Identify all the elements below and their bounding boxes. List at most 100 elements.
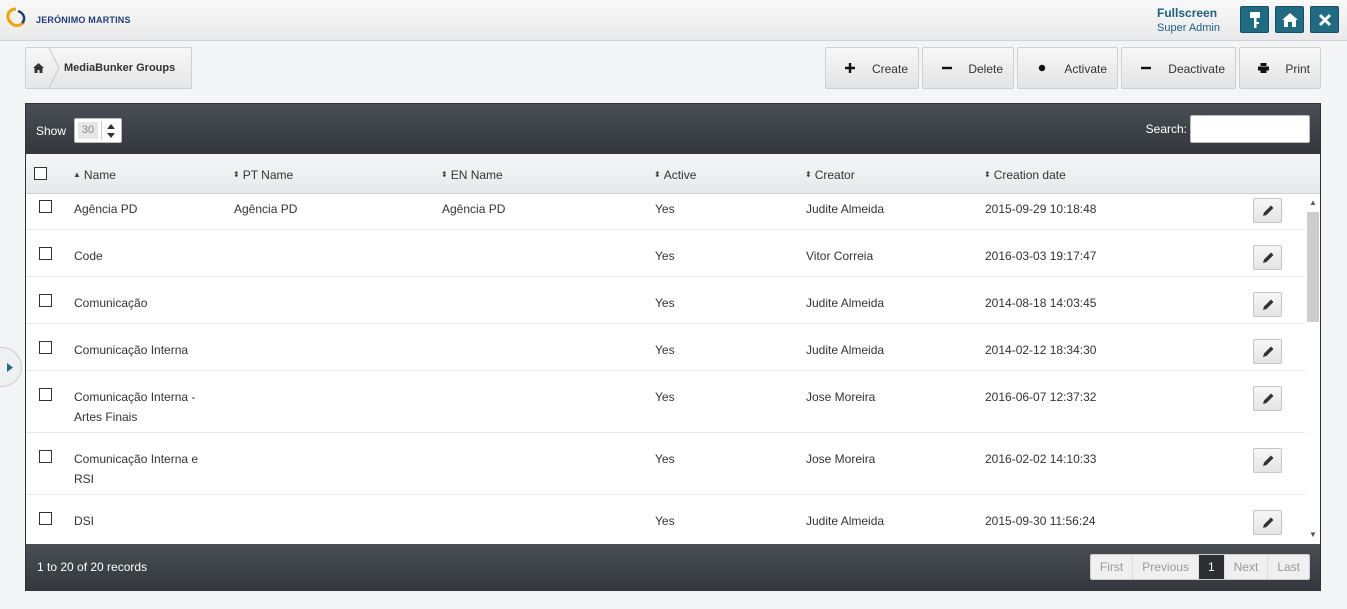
key-button[interactable] [1240,6,1269,33]
page-size-value[interactable]: 30 [78,122,98,139]
plus-icon [844,63,856,73]
cell-creation-date: 2016-06-07 12:37:32 [985,390,1097,404]
table-row: Comunicação Interna e RSI Yes Jose Morei… [26,433,1305,495]
column-header-pt-name[interactable]: ⬍ PT Name [233,168,293,182]
pencil-icon [1262,455,1273,466]
table-row: DSI Yes Judite Almeida 2015-09-30 11:56:… [26,495,1305,542]
row-checkbox[interactable] [39,341,52,354]
printer-icon [1258,63,1270,73]
row-checkbox[interactable] [39,450,52,463]
cell-active: Yes [655,390,675,404]
cell-creator: Jose Moreira [806,452,876,466]
page-first[interactable]: First [1090,555,1134,579]
cell-creator: Judite Almeida [806,514,885,528]
cell-name: Comunicação Interna [74,343,189,357]
sort-icon: ⬍ [984,170,991,179]
groups-table-panel: Show 30 Search: ▲ Name ⬍ PT Name ⬍ EN Na… [25,103,1321,591]
minus-icon [1140,63,1152,73]
breadcrumb-current: MediaBunker Groups [64,62,176,74]
deactivate-button[interactable]: Deactivate [1121,47,1236,89]
column-header-creation-date[interactable]: ⬍ Creation date [984,168,1066,182]
row-checkbox[interactable] [39,294,52,307]
search-input[interactable] [1190,115,1310,143]
column-header-name[interactable]: ▲ Name [73,168,116,182]
row-checkbox[interactable] [39,512,52,525]
edit-button[interactable] [1253,510,1282,535]
scroll-down-icon[interactable]: ▼ [1309,530,1317,539]
select-all-checkbox[interactable] [34,167,47,180]
table-row: Agência PD Agência PD Agência PD Yes Jud… [26,194,1305,230]
create-button[interactable]: Create [825,47,919,89]
sort-icon: ⬍ [441,170,448,179]
page-current[interactable]: 1 [1198,555,1225,579]
edit-button[interactable] [1253,245,1282,270]
cell-active: Yes [655,296,675,310]
cell-name: Comunicação Interna e RSI [74,452,199,486]
home-icon [32,63,44,73]
page-last[interactable]: Last [1268,555,1309,579]
row-checkbox[interactable] [39,200,52,213]
cell-name: Agência PD [74,202,138,216]
activate-button[interactable]: Activate [1017,47,1118,89]
print-button[interactable]: Print [1239,47,1321,89]
print-label: Print [1285,61,1310,76]
sort-icon: ⬍ [654,170,661,179]
dot-icon [1036,64,1048,72]
scrollbar-thumb[interactable] [1307,212,1319,322]
cell-active: Yes [655,514,675,528]
page-size-spinner[interactable] [101,121,119,140]
top-bar: JERÓNIMO MARTINS Fullscreen Super Admin [0,0,1347,41]
home-button[interactable] [1275,6,1304,33]
breadcrumb-separator [48,48,60,88]
pencil-icon [1262,346,1273,357]
home-icon [1281,12,1298,27]
column-header-en-name[interactable]: ⬍ EN Name [441,168,503,182]
table-body: Agência PD Agência PD Agência PD Yes Jud… [26,194,1305,542]
cell-active: Yes [655,202,675,216]
delete-button[interactable]: Delete [922,47,1014,89]
content-area: MediaBunker Groups Create Delete Activat… [0,42,1347,609]
cell-active: Yes [655,452,675,466]
user-info: Fullscreen Super Admin [1157,6,1220,34]
column-label-en-name: EN Name [450,168,503,182]
edit-button[interactable] [1253,448,1282,473]
deactivate-label: Deactivate [1168,61,1225,76]
table-footer: 1 to 20 of 20 records First Previous 1 N… [26,544,1320,591]
page-size-stepper[interactable]: 30 [74,118,122,143]
breadcrumb-home[interactable] [26,48,50,88]
minus-icon [941,63,952,73]
page-next[interactable]: Next [1224,555,1269,579]
edit-button[interactable] [1253,198,1282,223]
cell-creation-date: 2014-02-12 18:34:30 [985,343,1097,357]
edit-button[interactable] [1253,339,1282,364]
row-checkbox[interactable] [39,247,52,260]
cell-creator: Vitor Correia [806,249,874,263]
activate-label: Activate [1064,61,1107,76]
cell-creator: Judite Almeida [806,296,885,310]
cell-creation-date: 2014-08-18 14:03:45 [985,296,1097,310]
cell-en-name: Agência PD [442,202,506,216]
column-header-active[interactable]: ⬍ Active [654,168,696,182]
page-previous[interactable]: Previous [1133,555,1199,579]
table-row: Comunicação Interna Yes Judite Almeida 2… [26,324,1305,371]
cell-creation-date: 2016-02-02 14:10:33 [985,452,1097,466]
column-label-name: Name [83,168,116,182]
sort-asc-icon: ▲ [73,170,81,179]
table-header: ▲ Name ⬍ PT Name ⬍ EN Name ⬍ Active ⬍ Cr… [26,154,1320,194]
scroll-up-icon[interactable]: ▲ [1309,198,1317,207]
search-label: Search: [1145,122,1187,136]
close-button[interactable] [1310,6,1339,33]
cell-creator: Judite Almeida [806,343,885,357]
delete-label: Delete [968,61,1003,76]
create-label: Create [871,61,908,76]
sidebar-toggle[interactable] [0,347,22,387]
edit-button[interactable] [1253,386,1282,411]
row-checkbox[interactable] [39,388,52,401]
column-header-creator[interactable]: ⬍ Creator [805,168,855,182]
pencil-icon [1262,517,1273,528]
table-scrollbar[interactable]: ▲ ▼ [1306,194,1320,542]
fullscreen-link[interactable]: Fullscreen [1157,6,1220,20]
edit-button[interactable] [1253,292,1282,317]
cell-creation-date: 2016-03-03 19:17:47 [985,249,1097,263]
column-label-creator: Creator [814,168,855,182]
